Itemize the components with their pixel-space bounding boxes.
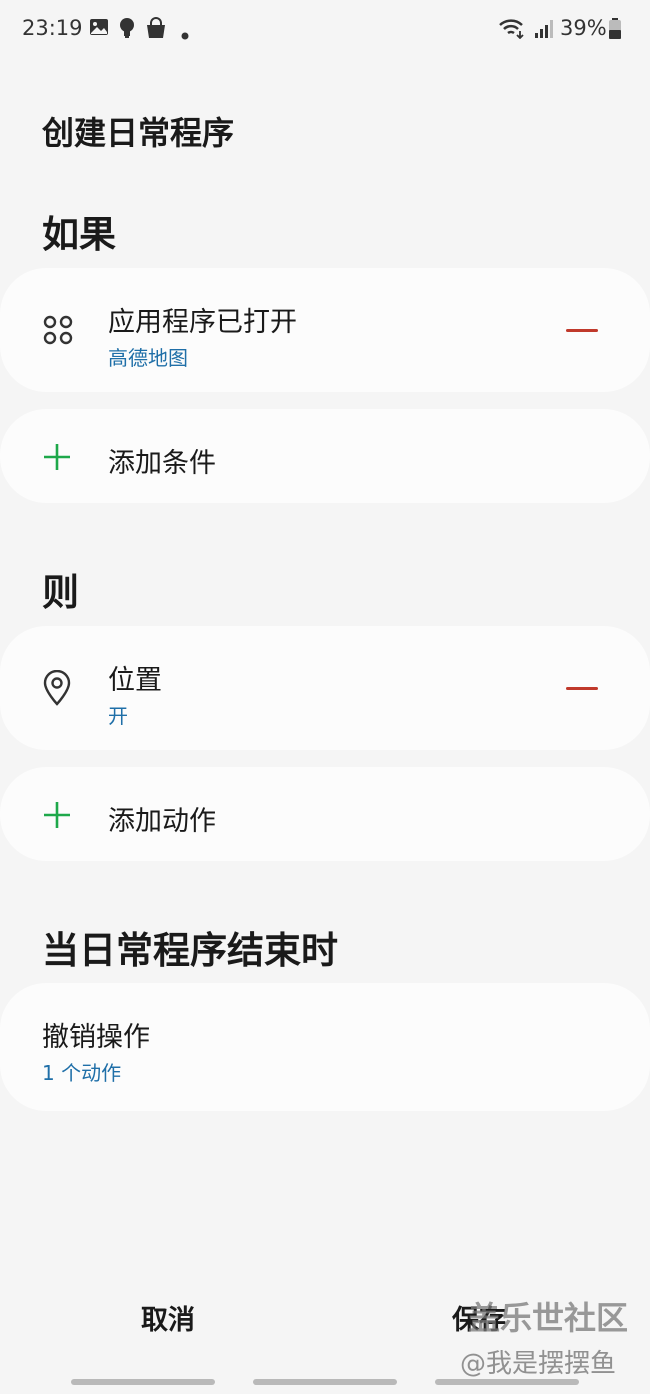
shopping-bag-icon <box>145 17 167 43</box>
apps-icon <box>42 314 74 350</box>
condition-subtitle: 高德地图 <box>108 346 188 370</box>
battery-icon <box>608 18 622 44</box>
nav-bar-center[interactable] <box>253 1379 397 1385</box>
status-time: 23:19 <box>22 16 83 40</box>
condition-title: 应用程序已打开 <box>108 307 297 338</box>
if-section-heading: 如果 <box>42 213 116 256</box>
watermark-author: @我是摆摆鱼 <box>460 1349 617 1379</box>
status-bar: 23:19 39% <box>0 0 650 58</box>
add-action-label: 添加动作 <box>108 806 216 837</box>
undo-actions-card[interactable]: 撤销操作 1 个动作 <box>0 983 650 1111</box>
add-condition-button[interactable]: 添加条件 <box>0 409 650 503</box>
page-title: 创建日常程序 <box>42 114 235 152</box>
plus-icon <box>42 442 72 476</box>
wifi-icon <box>498 17 526 43</box>
undo-title: 撤销操作 <box>42 1022 150 1053</box>
nav-bar-right[interactable] <box>435 1379 579 1385</box>
action-title: 位置 <box>108 665 162 696</box>
then-section-heading: 则 <box>42 571 79 614</box>
dot-icon <box>181 25 189 44</box>
battery-percent: 39% <box>560 16 607 40</box>
condition-card[interactable]: 应用程序已打开 高德地图 <box>0 268 650 392</box>
remove-action-button[interactable] <box>566 687 598 690</box>
nav-bar-left[interactable] <box>71 1379 215 1385</box>
signal-icon <box>534 17 556 43</box>
action-subtitle: 开 <box>108 704 128 728</box>
bulb-icon <box>118 17 136 43</box>
watermark-community: 盖乐世社区 <box>468 1299 629 1337</box>
end-section-heading: 当日常程序结束时 <box>42 929 338 972</box>
cancel-button[interactable]: 取消 <box>141 1298 195 1337</box>
plus-icon <box>42 800 72 834</box>
image-icon <box>89 17 109 41</box>
add-condition-label: 添加条件 <box>108 448 216 479</box>
location-pin-icon <box>42 669 72 710</box>
create-routine-screen: 23:19 39% 创建日常程序 如果 应用程序已打开 高德地图 添加条件 则 … <box>0 0 650 1394</box>
add-action-button[interactable]: 添加动作 <box>0 767 650 861</box>
remove-condition-button[interactable] <box>566 329 598 332</box>
undo-subtitle: 1 个动作 <box>42 1061 122 1085</box>
action-card[interactable]: 位置 开 <box>0 626 650 750</box>
